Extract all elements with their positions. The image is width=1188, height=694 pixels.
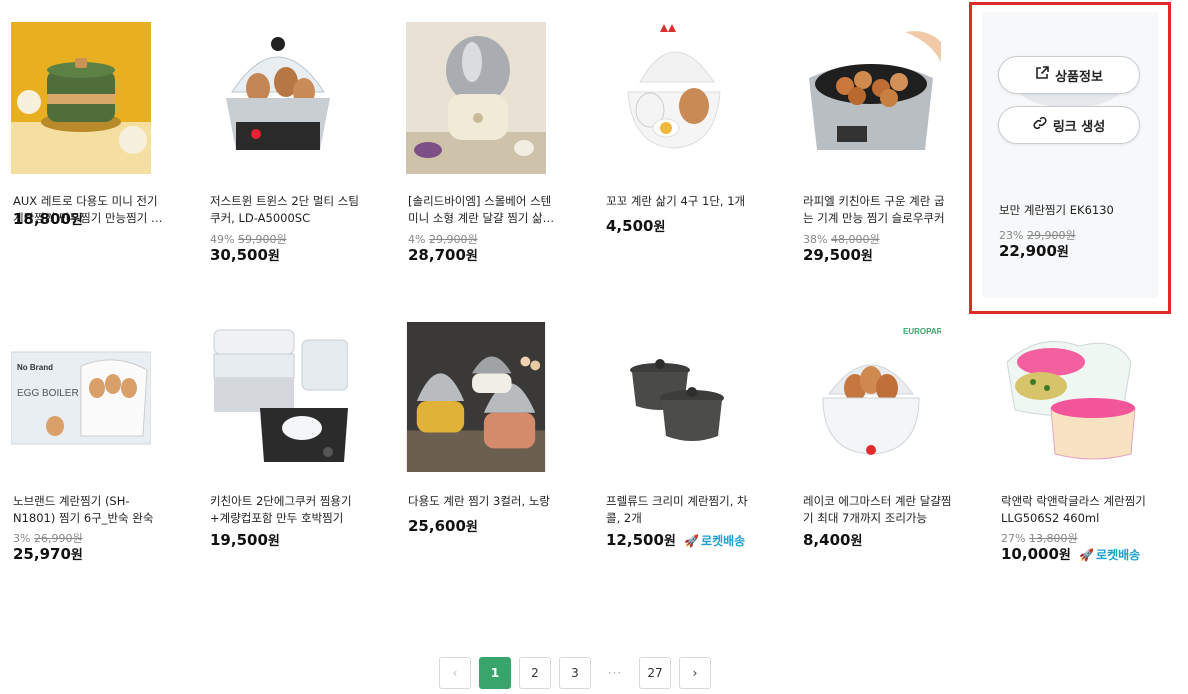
product-info-label: 상품정보 <box>1055 69 1103 85</box>
product-title[interactable]: 보만 계란찜기 EK6130 <box>999 202 1149 219</box>
product-price: 25,600원 <box>408 517 478 535</box>
pagination: ‹ 1 2 3 ··· 27 › <box>439 657 711 689</box>
external-link-icon <box>1035 66 1049 84</box>
product-image[interactable] <box>604 22 744 174</box>
product-image[interactable] <box>406 22 546 174</box>
product-title[interactable]: 락앤락 락앤락글라스 계란찜기 LLG506S2 460ml <box>1001 493 1151 527</box>
product-image[interactable] <box>11 22 151 174</box>
product-price: 22,900원 <box>999 242 1069 260</box>
pagination-ellipsis: ··· <box>599 657 631 689</box>
product-image[interactable] <box>999 322 1139 474</box>
product-hover-panel: 상품정보 링크 생성 보만 계란찜기 EK6130 23% 29,900원 22… <box>982 12 1158 298</box>
product-image[interactable] <box>604 322 744 474</box>
product-price: 29,500원 <box>803 246 873 264</box>
product-price: 4,500원 <box>606 217 666 235</box>
product-title[interactable]: 레이코 에그마스터 계란 달걀찜기 최대 7개까지 조리가능 <box>803 493 953 527</box>
product-price: 30,500원 <box>210 246 280 264</box>
product-card[interactable]: 다용도 계란 찜기 3컬러, 노랑 25,600원 <box>398 320 568 600</box>
product-row-1: AUX 레트로 다용도 미니 전기 계란찜기 만두찜기 만능찜기 에그쿠커 18… <box>0 0 1188 314</box>
rocket-icon: 🚀 <box>1079 548 1095 562</box>
product-card[interactable]: [솔리드바이엠] 스몰베어 스텐 미니 소형 계란 달걀 찜기 삶는기계 4% … <box>398 0 568 280</box>
product-title[interactable]: 라피엘 키친아트 구운 계란 굽는 기계 만능 찜기 슬로우쿠커 <box>803 193 953 227</box>
product-title[interactable]: 프렐류드 크리미 계란찜기, 차콜, 2개 <box>606 493 756 527</box>
product-card[interactable]: 꼬꼬 계란 삶기 4구 1단, 1개 4,500원 <box>596 0 766 280</box>
product-title[interactable]: 다용도 계란 찜기 3컬러, 노랑 <box>408 493 558 510</box>
page-3-button[interactable]: 3 <box>559 657 591 689</box>
product-image[interactable]: No Brand EGG BOILER <box>11 322 151 474</box>
product-title[interactable]: 키친아트 2단에그쿠커 찜용기 +계량컵포함 만두 호박찜기 <box>210 493 360 527</box>
product-card[interactable]: 프렐류드 크리미 계란찜기, 차콜, 2개 12,500원 🚀 로켓배송 <box>596 320 766 600</box>
product-card[interactable]: 키친아트 2단에그쿠커 찜용기 +계량컵포함 만두 호박찜기 19,500원 <box>200 320 370 600</box>
page-1-button[interactable]: 1 <box>479 657 511 689</box>
product-card[interactable]: No Brand EGG BOILER 노브랜드 계란찜기 (SH-N1801)… <box>3 320 173 600</box>
create-link-label: 링크 생성 <box>1052 119 1106 135</box>
link-icon <box>1033 116 1047 134</box>
product-card[interactable]: 라피엘 키친아트 구운 계란 굽는 기계 만능 찜기 슬로우쿠커 38% 48,… <box>793 0 963 280</box>
product-image[interactable] <box>406 322 546 472</box>
svg-text:EUROPARK: EUROPARK <box>903 327 941 336</box>
product-price: 18,800원 <box>13 210 83 228</box>
product-card[interactable]: AUX 레트로 다용도 미니 전기 계란찜기 만두찜기 만능찜기 에그쿠커 18… <box>3 0 173 280</box>
product-card[interactable]: 락앤락 락앤락글라스 계란찜기 LLG506S2 460ml 27% 13,80… <box>991 320 1161 600</box>
product-title[interactable]: 저스트윈 트윈스 2단 멀티 스팀 쿠커, LD-A5000SC <box>210 193 360 227</box>
page-2-button[interactable]: 2 <box>519 657 551 689</box>
product-price: 19,500원 <box>210 531 280 549</box>
rocket-delivery-badge: 🚀 로켓배송 <box>1079 548 1141 562</box>
page-27-button[interactable]: 27 <box>639 657 671 689</box>
product-card[interactable]: EUROPARK 레이코 에그마스터 계란 달걀찜기 최대 7개까지 조리가능 … <box>793 320 963 600</box>
product-title[interactable]: [솔리드바이엠] 스몰베어 스텐 미니 소형 계란 달걀 찜기 삶는기계 <box>408 193 558 227</box>
svg-text:No Brand: No Brand <box>17 363 53 372</box>
highlighted-product-card[interactable]: 상품정보 링크 생성 보만 계란찜기 EK6130 23% 29,900원 22… <box>969 2 1171 314</box>
rocket-delivery-badge: 🚀 로켓배송 <box>684 534 746 548</box>
create-link-button[interactable]: 링크 생성 <box>998 106 1140 144</box>
rocket-icon: 🚀 <box>684 534 700 548</box>
next-page-button[interactable]: › <box>679 657 711 689</box>
product-title[interactable]: 노브랜드 계란찜기 (SH-N1801) 찜기 6구_반숙 완숙 <box>13 493 163 527</box>
product-image[interactable] <box>208 322 348 474</box>
product-image[interactable] <box>801 22 941 174</box>
product-price: 12,500원 🚀 로켓배송 <box>606 531 746 549</box>
svg-text:EGG BOILER: EGG BOILER <box>17 388 79 399</box>
product-row-2: No Brand EGG BOILER 노브랜드 계란찜기 (SH-N1801)… <box>0 320 1188 600</box>
product-title[interactable]: 꼬꼬 계란 삶기 4구 1단, 1개 <box>606 193 756 210</box>
product-price: 8,400원 <box>803 531 863 549</box>
product-card[interactable]: 저스트윈 트윈스 2단 멀티 스팀 쿠커, LD-A5000SC 49% 59,… <box>200 0 370 280</box>
product-price: 10,000원 🚀 로켓배송 <box>1001 545 1141 563</box>
product-image[interactable] <box>208 22 348 174</box>
product-info-button[interactable]: 상품정보 <box>998 56 1140 94</box>
product-price: 28,700원 <box>408 246 478 264</box>
prev-page-button[interactable]: ‹ <box>439 657 471 689</box>
product-price: 25,970원 <box>13 545 83 563</box>
product-image[interactable]: EUROPARK <box>801 322 941 474</box>
